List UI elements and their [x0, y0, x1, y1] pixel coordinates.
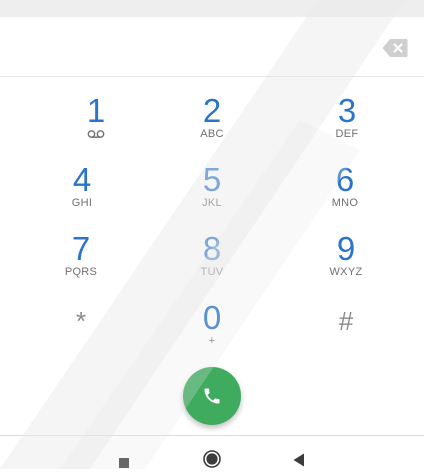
- dial-key-7[interactable]: 7 PQRS: [26, 217, 136, 285]
- number-display-field[interactable]: [0, 17, 424, 76]
- dial-digit: 3: [337, 92, 357, 129]
- dial-key-3[interactable]: 3 DEF: [292, 79, 402, 147]
- recents-button[interactable]: [119, 455, 129, 468]
- dial-digit: *: [75, 306, 87, 336]
- call-button[interactable]: [183, 367, 241, 425]
- dial-key-4[interactable]: 4 GHI: [27, 148, 137, 216]
- dial-digit: 6: [335, 161, 355, 198]
- dial-letters: MNO: [331, 197, 359, 209]
- back-button[interactable]: [293, 453, 305, 467]
- home-button[interactable]: [203, 450, 221, 468]
- voicemail-icon: [87, 130, 105, 138]
- back-triangle-icon: [293, 453, 304, 467]
- dial-letters: WXYZ: [329, 266, 363, 278]
- dial-letters: PQRS: [64, 266, 98, 278]
- dial-digit: 1: [86, 92, 106, 129]
- dial-digit: 2: [202, 92, 222, 129]
- navigation-bar: [0, 436, 424, 469]
- backspace-icon: [382, 39, 408, 57]
- dial-letters: JKL: [202, 197, 222, 209]
- dial-key-6[interactable]: 6 MNO: [290, 148, 400, 216]
- dial-key-hash[interactable]: #: [291, 286, 401, 354]
- dial-digit: 9: [336, 230, 356, 267]
- square-icon: [119, 458, 129, 468]
- phone-icon: [204, 388, 220, 404]
- dial-key-1[interactable]: 1: [41, 79, 151, 147]
- dial-digit: 7: [71, 230, 91, 267]
- dial-letters: DEF: [335, 128, 359, 140]
- backspace-button[interactable]: [382, 38, 408, 58]
- dial-key-0[interactable]: 0 +: [157, 286, 267, 354]
- dial-key-8[interactable]: 8 TUV: [157, 217, 267, 285]
- dial-key-2[interactable]: 2 ABC: [157, 79, 267, 147]
- status-bar: [0, 0, 424, 17]
- dialpad: 1 2 ABC 3 DEF 4 GHI 5 JKL 6 MNO 7 PQRS 8…: [0, 77, 424, 359]
- dial-key-9[interactable]: 9 WXYZ: [291, 217, 401, 285]
- dial-key-star[interactable]: *: [26, 286, 136, 354]
- dial-digit: 8: [202, 230, 222, 267]
- dial-letters: TUV: [200, 266, 224, 278]
- dial-digit: 0: [202, 299, 222, 336]
- dial-digit: 4: [72, 161, 92, 198]
- dial-letters: +: [208, 335, 216, 347]
- circle-icon: [203, 450, 221, 468]
- dial-letters: ABC: [200, 128, 224, 140]
- dial-letters: GHI: [71, 197, 93, 209]
- dial-digit: #: [338, 306, 354, 336]
- dial-digit: 5: [202, 161, 222, 198]
- dial-key-5[interactable]: 5 JKL: [157, 148, 267, 216]
